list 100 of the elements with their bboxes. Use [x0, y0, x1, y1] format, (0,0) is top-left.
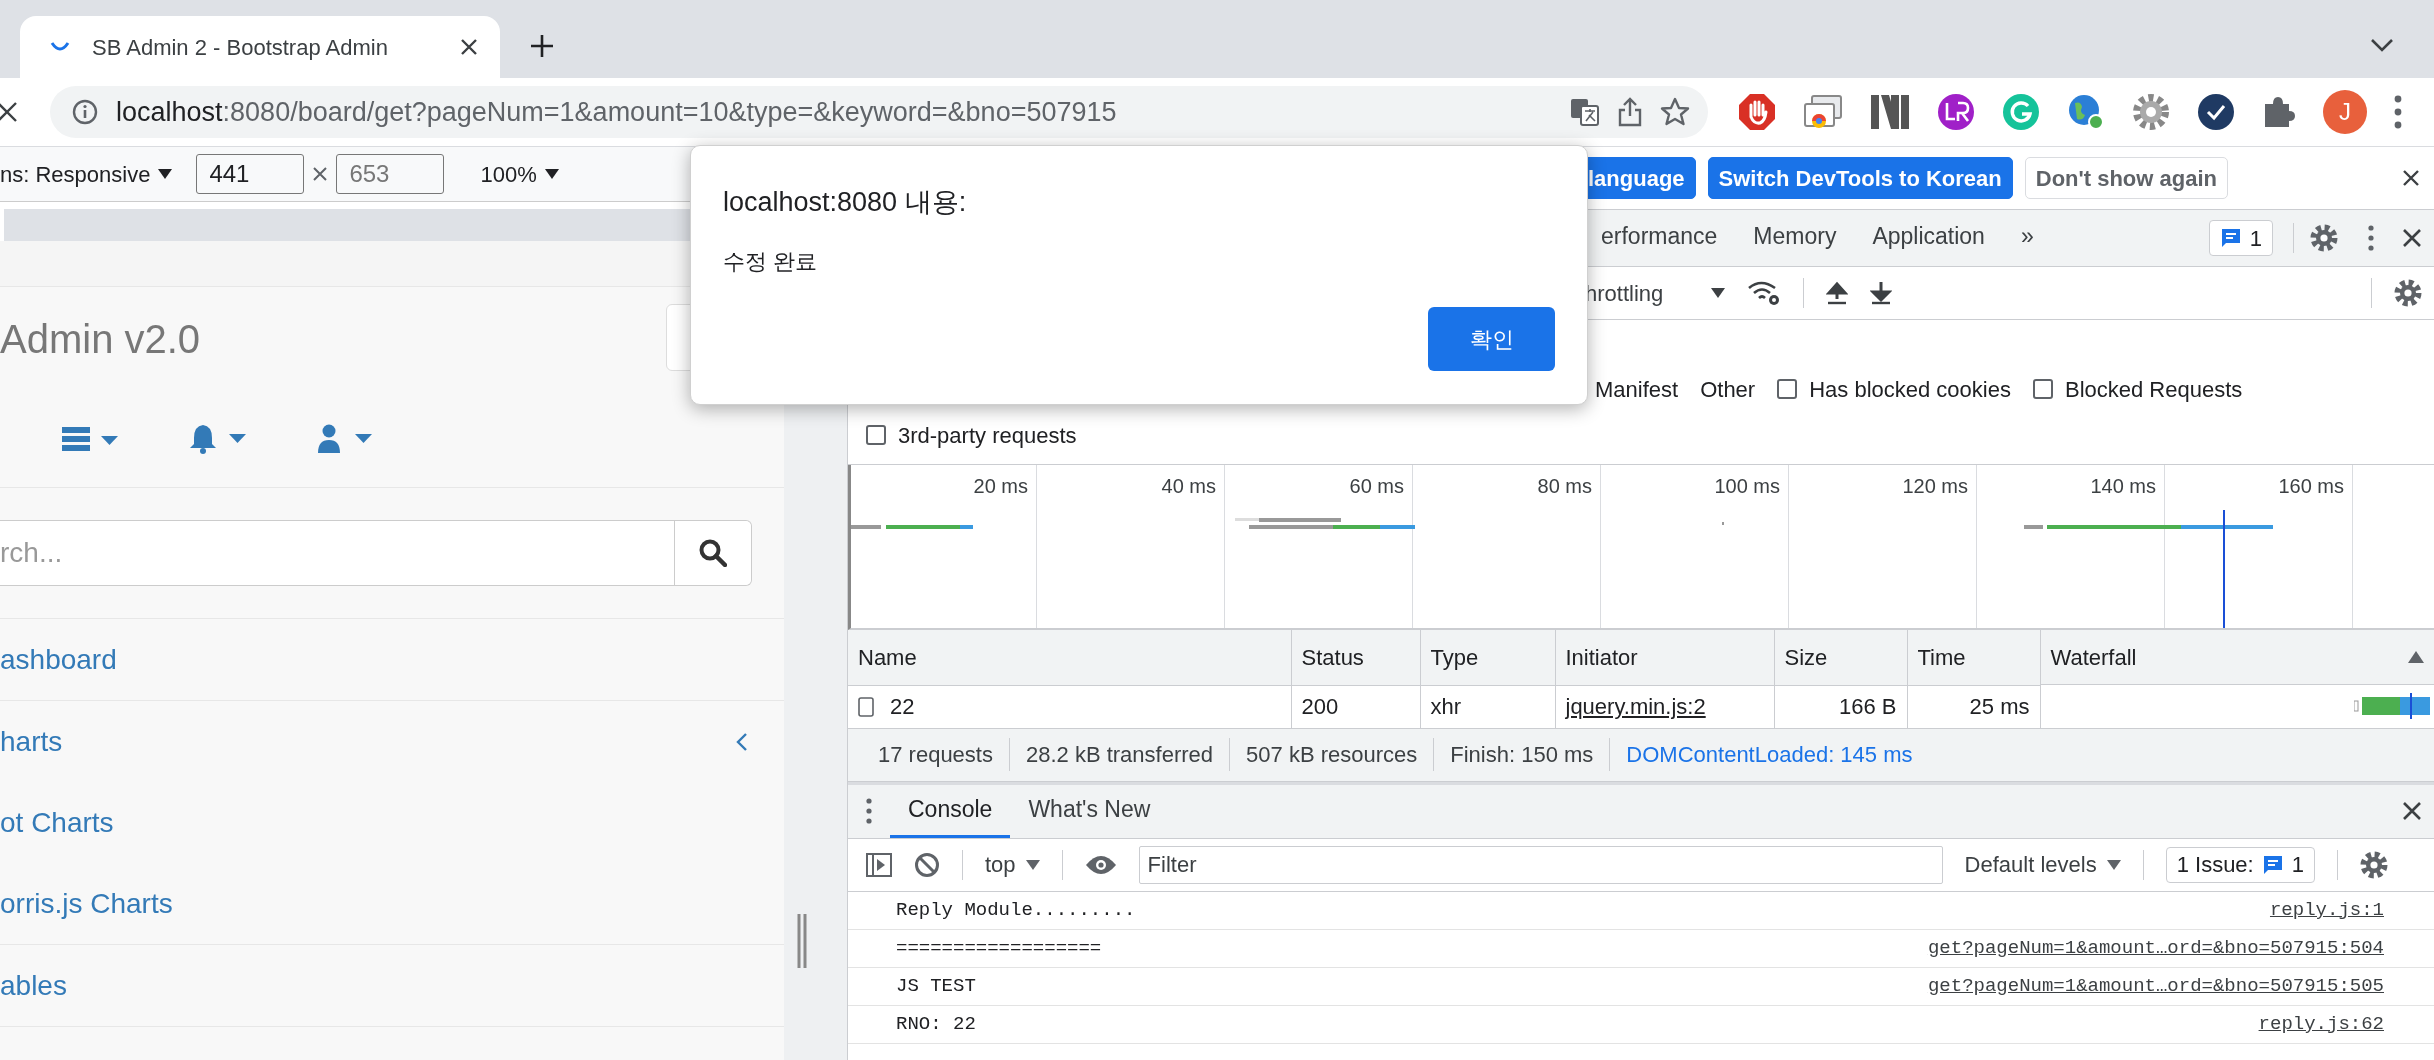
times-icon: [312, 166, 329, 182]
sidebar-link[interactable]: ot Charts: [0, 801, 114, 844]
levels-dropdown[interactable]: Default levels: [1964, 848, 2121, 881]
sidebar-link[interactable]: harts: [0, 720, 63, 763]
globe-icon[interactable]: [2067, 93, 2105, 131]
network-conditions-icon[interactable]: [1747, 280, 1782, 306]
width-field[interactable]: 441: [196, 154, 305, 194]
checkbox[interactable]: [1777, 379, 1798, 399]
close-icon[interactable]: [460, 38, 478, 56]
info-icon[interactable]: [72, 99, 98, 125]
checkbox[interactable]: [2032, 379, 2053, 399]
throttling-dropdown[interactable]: hrottling: [1585, 276, 1726, 310]
infobar-button[interactable]: Switch DevTools to Korean: [1707, 157, 2013, 199]
kebab-menu-icon[interactable]: [2394, 95, 2402, 129]
table-cell: 200: [1301, 694, 1339, 719]
checkbox[interactable]: [866, 425, 886, 445]
chevron-down-icon[interactable]: [2370, 38, 2394, 52]
message-icon: [2219, 227, 2242, 249]
sidebar-link[interactable]: ables: [0, 964, 67, 1007]
summary-text: Finish: 150 ms: [1434, 738, 1611, 771]
caret-icon: [2106, 859, 2121, 870]
source-link[interactable]: reply.js:1: [2269, 895, 2384, 925]
address-bar[interactable]: localhost:8080/board/get?pageNum=1&amount=10&type=&keyword=&bno=507915: [50, 86, 1708, 138]
table-cell: 166 B: [1839, 694, 1897, 719]
window-stack-icon[interactable]: [1803, 95, 1843, 129]
more-tabs-button[interactable]: »: [2002, 210, 2052, 266]
devtools-tab[interactable]: erformance: [1583, 210, 1736, 266]
zoom-dropdown[interactable]: 100%: [480, 157, 559, 191]
source-link[interactable]: reply.js:62: [2258, 1009, 2384, 1039]
puzzle-icon[interactable]: [2262, 95, 2296, 129]
devtools-tab[interactable]: Application: [1854, 210, 2003, 266]
console-message: Reply Module.........: [896, 897, 1136, 923]
star-icon[interactable]: [1660, 97, 1690, 127]
kebab-menu-icon[interactable]: [866, 798, 872, 824]
issues-button[interactable]: 1: [2208, 220, 2273, 256]
search-field[interactable]: rch...: [0, 520, 752, 586]
gear-icon[interactable]: [2132, 93, 2170, 131]
devtools-tab[interactable]: Memory: [1735, 210, 1855, 266]
settings-icon[interactable]: [2310, 224, 2338, 252]
settings-icon[interactable]: [2359, 850, 2388, 879]
kebab-menu-icon[interactable]: [2368, 225, 2374, 251]
table-row[interactable]: 22 200 xhr jquery.min.js:2 166 B 25 ms: [848, 685, 2434, 728]
sidebar-link[interactable]: ashboard: [0, 638, 117, 681]
translate-icon[interactable]: [1570, 98, 1600, 126]
issues-button[interactable]: 1 Issue: 1: [2165, 846, 2315, 883]
column-header[interactable]: Size: [1774, 630, 1907, 685]
new-tab-icon[interactable]: [530, 34, 554, 58]
settings-icon[interactable]: [2394, 279, 2422, 307]
source-link[interactable]: get?pageNum=1&amount…ord=&bno=507915:505: [1927, 971, 2384, 1001]
checkbox-label: Blocked Requests: [2064, 375, 2243, 404]
checkmark-circle-icon[interactable]: [2197, 93, 2235, 131]
user-dropdown-icon[interactable]: [318, 424, 372, 454]
filter-type-button[interactable]: Other: [1700, 372, 1756, 406]
download-icon[interactable]: [1870, 281, 1893, 305]
column-header[interactable]: Status: [1291, 630, 1420, 685]
close-icon[interactable]: [0, 102, 18, 122]
drawer-tab[interactable]: What's New: [1010, 784, 1169, 838]
eye-icon[interactable]: [1084, 854, 1117, 875]
brand-title[interactable]: Admin v2.0: [0, 309, 201, 369]
bell-dropdown-icon[interactable]: [190, 424, 246, 454]
dimensions-dropdown[interactable]: ns: Responsive: [0, 157, 173, 191]
summary-link[interactable]: DOMContentLoaded: 145 ms: [1610, 738, 1929, 771]
search-icon: [699, 539, 727, 567]
clear-console-icon[interactable]: [914, 851, 940, 878]
striped-tile-icon[interactable]: [1870, 94, 1910, 130]
column-header[interactable]: Type: [1420, 630, 1555, 685]
tick-label: 80 ms: [1537, 475, 1592, 497]
column-header[interactable]: Waterfall: [2040, 630, 2434, 685]
console-message: JS TEST: [896, 973, 976, 999]
column-header[interactable]: Time: [1907, 630, 2040, 685]
sort-up-icon: [2408, 651, 2424, 663]
checkbox-label: Has blocked cookies: [1809, 375, 2011, 404]
column-header[interactable]: Initiator: [1555, 630, 1774, 685]
context-dropdown[interactable]: top: [985, 848, 1040, 881]
filter-type-button[interactable]: Manifest: [1595, 372, 1679, 406]
stop-hand-icon[interactable]: [1738, 93, 1776, 131]
upload-icon[interactable]: [1826, 281, 1849, 305]
list-dropdown-icon[interactable]: [62, 426, 118, 452]
drawer-tab[interactable]: Console: [890, 784, 1011, 838]
browser-tab[interactable]: SB Admin 2 - Bootstrap Admin: [20, 16, 500, 78]
tick-label: 120 ms: [1902, 475, 1968, 497]
source-link[interactable]: get?pageNum=1&amount…ord=&bno=507915:504: [1927, 933, 2384, 963]
sidebar-link[interactable]: orris.js Charts: [0, 882, 173, 925]
close-icon[interactable]: [2402, 169, 2420, 187]
column-header[interactable]: Name: [848, 630, 1291, 685]
close-icon[interactable]: [2402, 228, 2422, 248]
close-icon[interactable]: [2402, 801, 2422, 821]
ok-button[interactable]: 확인: [1428, 307, 1555, 371]
initiator-link[interactable]: jquery.min.js:2: [1565, 694, 1706, 719]
share-icon[interactable]: [1618, 97, 1642, 127]
tick-label: 20 ms: [973, 475, 1028, 497]
letters-logo-icon[interactable]: [1937, 93, 1975, 131]
sidebar-toggle-icon[interactable]: [866, 852, 892, 877]
infobar-button[interactable]: Don't show again: [2024, 157, 2228, 199]
filter-field[interactable]: Filter: [1138, 845, 1943, 884]
checkbox-label: 3rd-party requests: [898, 421, 1077, 450]
chevron-left-icon: [736, 731, 748, 752]
height-field[interactable]: 653: [336, 154, 445, 194]
resize-handle-icon[interactable]: [796, 914, 808, 968]
table-cell-text: 22: [890, 693, 915, 721]
